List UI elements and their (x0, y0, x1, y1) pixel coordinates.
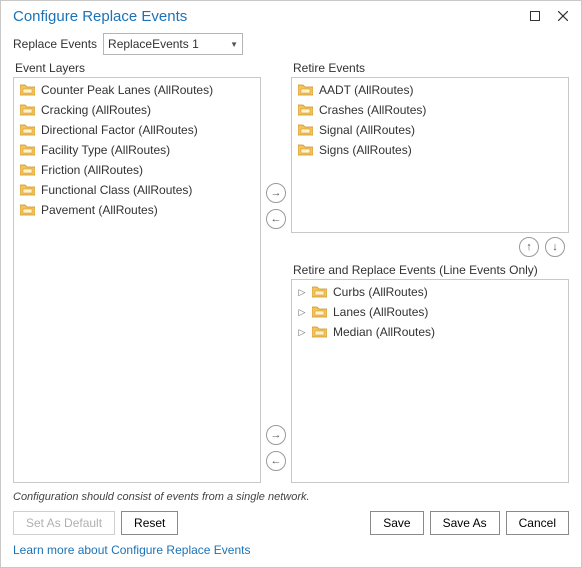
set-default-button: Set As Default (13, 511, 115, 535)
move-right-retire-button[interactable]: → (266, 183, 286, 203)
arrow-left-icon: ← (271, 455, 282, 467)
dialog-window: Configure Replace Events Replace Events … (0, 0, 582, 568)
list-item-label: Directional Factor (AllRoutes) (41, 123, 198, 137)
footer-note: Configuration should consist of events f… (1, 485, 581, 511)
list-item-label: Functional Class (AllRoutes) (41, 183, 192, 197)
expand-icon[interactable]: ▷ (298, 287, 306, 298)
layer-icon (298, 144, 313, 156)
list-item[interactable]: Cracking (AllRoutes) (14, 100, 260, 120)
layer-icon (20, 124, 35, 136)
list-item-label: Cracking (AllRoutes) (41, 103, 151, 117)
close-button[interactable] (549, 5, 577, 27)
replace-events-dropdown[interactable]: ReplaceEvents 1 ▼ (103, 33, 243, 55)
layer-icon (298, 84, 313, 96)
list-item-label: Lanes (AllRoutes) (333, 305, 428, 319)
arrow-right-icon: → (271, 429, 282, 441)
list-item-label: Crashes (AllRoutes) (319, 103, 426, 117)
cancel-button[interactable]: Cancel (506, 511, 569, 535)
move-left-replace-button[interactable]: ← (266, 451, 286, 471)
layer-icon (312, 326, 327, 338)
list-item-label: Friction (AllRoutes) (41, 163, 143, 177)
list-item[interactable]: Facility Type (AllRoutes) (14, 140, 260, 160)
layer-icon (20, 84, 35, 96)
move-up-button[interactable]: ↑ (519, 237, 539, 257)
list-item[interactable]: Crashes (AllRoutes) (292, 100, 568, 120)
retire-replace-list[interactable]: ▷ Curbs (AllRoutes) ▷ Lanes (AllRoutes) ▷ Med… (291, 279, 569, 483)
move-down-button[interactable]: ↓ (545, 237, 565, 257)
layer-icon (298, 124, 313, 136)
list-item[interactable]: Counter Peak Lanes (AllRoutes) (14, 80, 260, 100)
dropdown-value: ReplaceEvents 1 (108, 37, 199, 51)
list-item-label: Median (AllRoutes) (333, 325, 435, 339)
list-item-label: Curbs (AllRoutes) (333, 285, 428, 299)
learn-more-link[interactable]: Learn more about Configure Replace Event… (1, 543, 581, 567)
list-item[interactable]: ▷ Lanes (AllRoutes) (292, 302, 568, 322)
dialog-buttons: Set As Default Reset Save Save As Cancel (1, 511, 581, 543)
reset-button[interactable]: Reset (121, 511, 178, 535)
layer-icon (20, 144, 35, 156)
arrow-down-icon: ↓ (552, 241, 558, 253)
window-title: Configure Replace Events (13, 8, 521, 25)
expand-icon[interactable]: ▷ (298, 307, 306, 318)
retire-events-heading: Retire Events (291, 61, 569, 75)
list-item-label: Counter Peak Lanes (AllRoutes) (41, 83, 213, 97)
list-item-label: Signs (AllRoutes) (319, 143, 412, 157)
save-as-button[interactable]: Save As (430, 511, 500, 535)
list-item[interactable]: Pavement (AllRoutes) (14, 200, 260, 220)
layer-icon (20, 164, 35, 176)
reorder-buttons-row: ↑ ↓ (291, 233, 569, 263)
list-item[interactable]: Signal (AllRoutes) (292, 120, 568, 140)
event-layers-column: Event Layers Counter Peak Lanes (AllRout… (13, 61, 261, 483)
list-item[interactable]: AADT (AllRoutes) (292, 80, 568, 100)
replace-events-label: Replace Events (13, 37, 97, 51)
maximize-icon (530, 11, 540, 21)
title-bar: Configure Replace Events (1, 1, 581, 31)
move-right-replace-button[interactable]: → (266, 425, 286, 445)
save-button[interactable]: Save (370, 511, 423, 535)
replace-events-selector-row: Replace Events ReplaceEvents 1 ▼ (1, 31, 581, 61)
list-item[interactable]: Friction (AllRoutes) (14, 160, 260, 180)
maximize-button[interactable] (521, 5, 549, 27)
retire-events-list[interactable]: AADT (AllRoutes) Crashes (AllRoutes) Signa… (291, 77, 569, 233)
list-item-label: Pavement (AllRoutes) (41, 203, 158, 217)
expand-icon[interactable]: ▷ (298, 327, 306, 338)
list-item[interactable]: Functional Class (AllRoutes) (14, 180, 260, 200)
transfer-buttons-column: → ← → ← (263, 61, 289, 483)
close-icon (558, 11, 568, 21)
list-item[interactable]: ▷ Median (AllRoutes) (292, 322, 568, 342)
move-left-retire-button[interactable]: ← (266, 209, 286, 229)
layer-icon (20, 104, 35, 116)
list-item[interactable]: Directional Factor (AllRoutes) (14, 120, 260, 140)
chevron-down-icon: ▼ (230, 40, 238, 49)
layer-icon (20, 184, 35, 196)
arrow-left-icon: ← (271, 213, 282, 225)
list-item-label: AADT (AllRoutes) (319, 83, 413, 97)
right-column: Retire Events AADT (AllRoutes) Crashes (A… (291, 61, 569, 483)
event-layers-list[interactable]: Counter Peak Lanes (AllRoutes) Cracking (… (13, 77, 261, 483)
layer-icon (20, 204, 35, 216)
list-item[interactable]: ▷ Curbs (AllRoutes) (292, 282, 568, 302)
arrow-right-icon: → (271, 187, 282, 199)
list-item[interactable]: Signs (AllRoutes) (292, 140, 568, 160)
main-content: Event Layers Counter Peak Lanes (AllRout… (1, 61, 581, 485)
layer-icon (312, 306, 327, 318)
layer-icon (298, 104, 313, 116)
list-item-label: Signal (AllRoutes) (319, 123, 415, 137)
retire-replace-heading: Retire and Replace Events (Line Events O… (291, 263, 569, 277)
event-layers-heading: Event Layers (13, 61, 261, 75)
arrow-up-icon: ↑ (526, 241, 532, 253)
layer-icon (312, 286, 327, 298)
list-item-label: Facility Type (AllRoutes) (41, 143, 170, 157)
